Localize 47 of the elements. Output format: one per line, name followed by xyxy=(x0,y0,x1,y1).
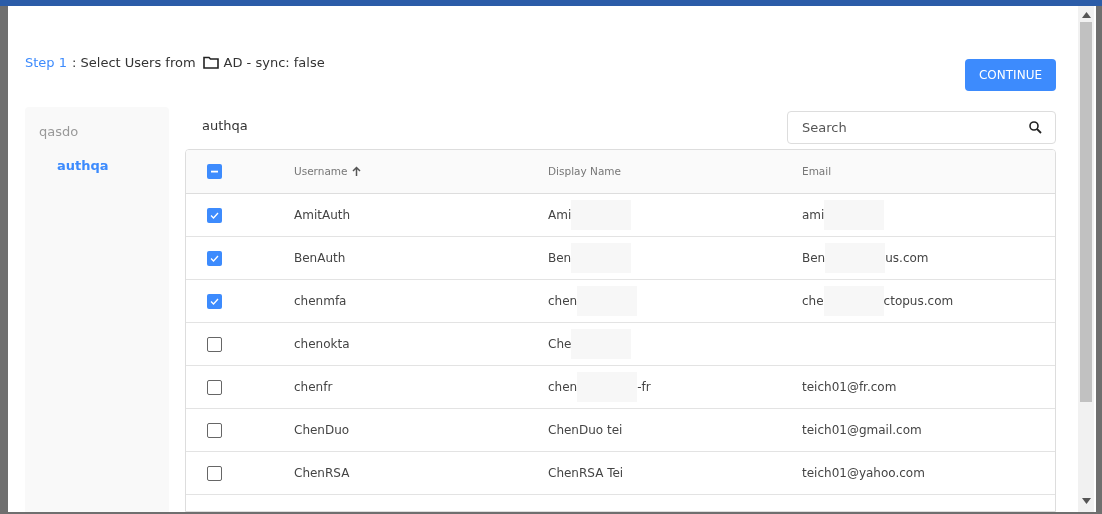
table-cell: AmitAuth xyxy=(294,208,351,222)
checkbox[interactable] xyxy=(207,379,222,395)
search-field[interactable]: Search xyxy=(787,111,1056,144)
table-cell-text: -fr xyxy=(637,379,651,396)
source-label: AD - sync: false xyxy=(223,54,325,72)
table-cell-text: Ami xyxy=(548,207,572,224)
checkbox[interactable] xyxy=(207,293,222,309)
continue-button[interactable]: CONTINUE xyxy=(965,59,1056,91)
table-cell: chenfr xyxy=(294,380,333,394)
table-cell-text: chen xyxy=(548,293,578,310)
checkbox[interactable] xyxy=(207,207,222,223)
table-cell-text: Che xyxy=(548,336,572,353)
table-cell: BenAuth xyxy=(294,251,346,265)
checkbox[interactable] xyxy=(207,250,222,266)
step-title: : Select Users from xyxy=(72,54,196,72)
table-cell-text: teich01@fr.com xyxy=(802,379,897,396)
table-cell-text: teich01@yahoo.com xyxy=(802,465,925,482)
table-cell-text: teich01@gmail.com xyxy=(802,422,922,439)
tree-item[interactable]: qasdo xyxy=(39,122,169,142)
table-cell-text: ChenDuo tei xyxy=(548,422,623,439)
checkbox[interactable] xyxy=(207,422,222,438)
step-label: Step 1 xyxy=(25,54,67,72)
table-cell-text: ami xyxy=(802,207,825,224)
checkbox[interactable] xyxy=(207,164,222,179)
group-title: authqa xyxy=(202,116,248,135)
table-cell: chenmfa xyxy=(294,294,347,308)
folder-icon xyxy=(202,56,219,70)
scroll-down-icon[interactable] xyxy=(1081,498,1091,504)
search-icon xyxy=(1029,121,1042,134)
table-cell-text: Ben xyxy=(802,250,826,267)
scrollbar[interactable] xyxy=(1078,6,1094,512)
table-cell-text: Ben xyxy=(548,250,572,267)
table-cell: chenokta xyxy=(294,337,350,351)
table-cell: ChenRSA xyxy=(294,466,350,480)
table-cell-text: che xyxy=(802,293,824,310)
table-cell-text: chen xyxy=(548,379,578,396)
table-cell-text: ctopus.com xyxy=(883,293,954,310)
table-cell: ChenDuo xyxy=(294,423,350,437)
column-header[interactable]: Display Name xyxy=(548,163,622,180)
column-header[interactable]: Username xyxy=(294,163,348,180)
scroll-up-icon[interactable] xyxy=(1081,12,1091,18)
checkbox[interactable] xyxy=(207,336,222,352)
tree-item[interactable]: authqa xyxy=(57,155,169,175)
column-header[interactable]: Email xyxy=(802,163,832,180)
table-cell-text: us.com xyxy=(885,250,929,267)
table-cell-text: ChenRSA Tei xyxy=(548,465,624,482)
checkbox[interactable] xyxy=(207,465,222,481)
